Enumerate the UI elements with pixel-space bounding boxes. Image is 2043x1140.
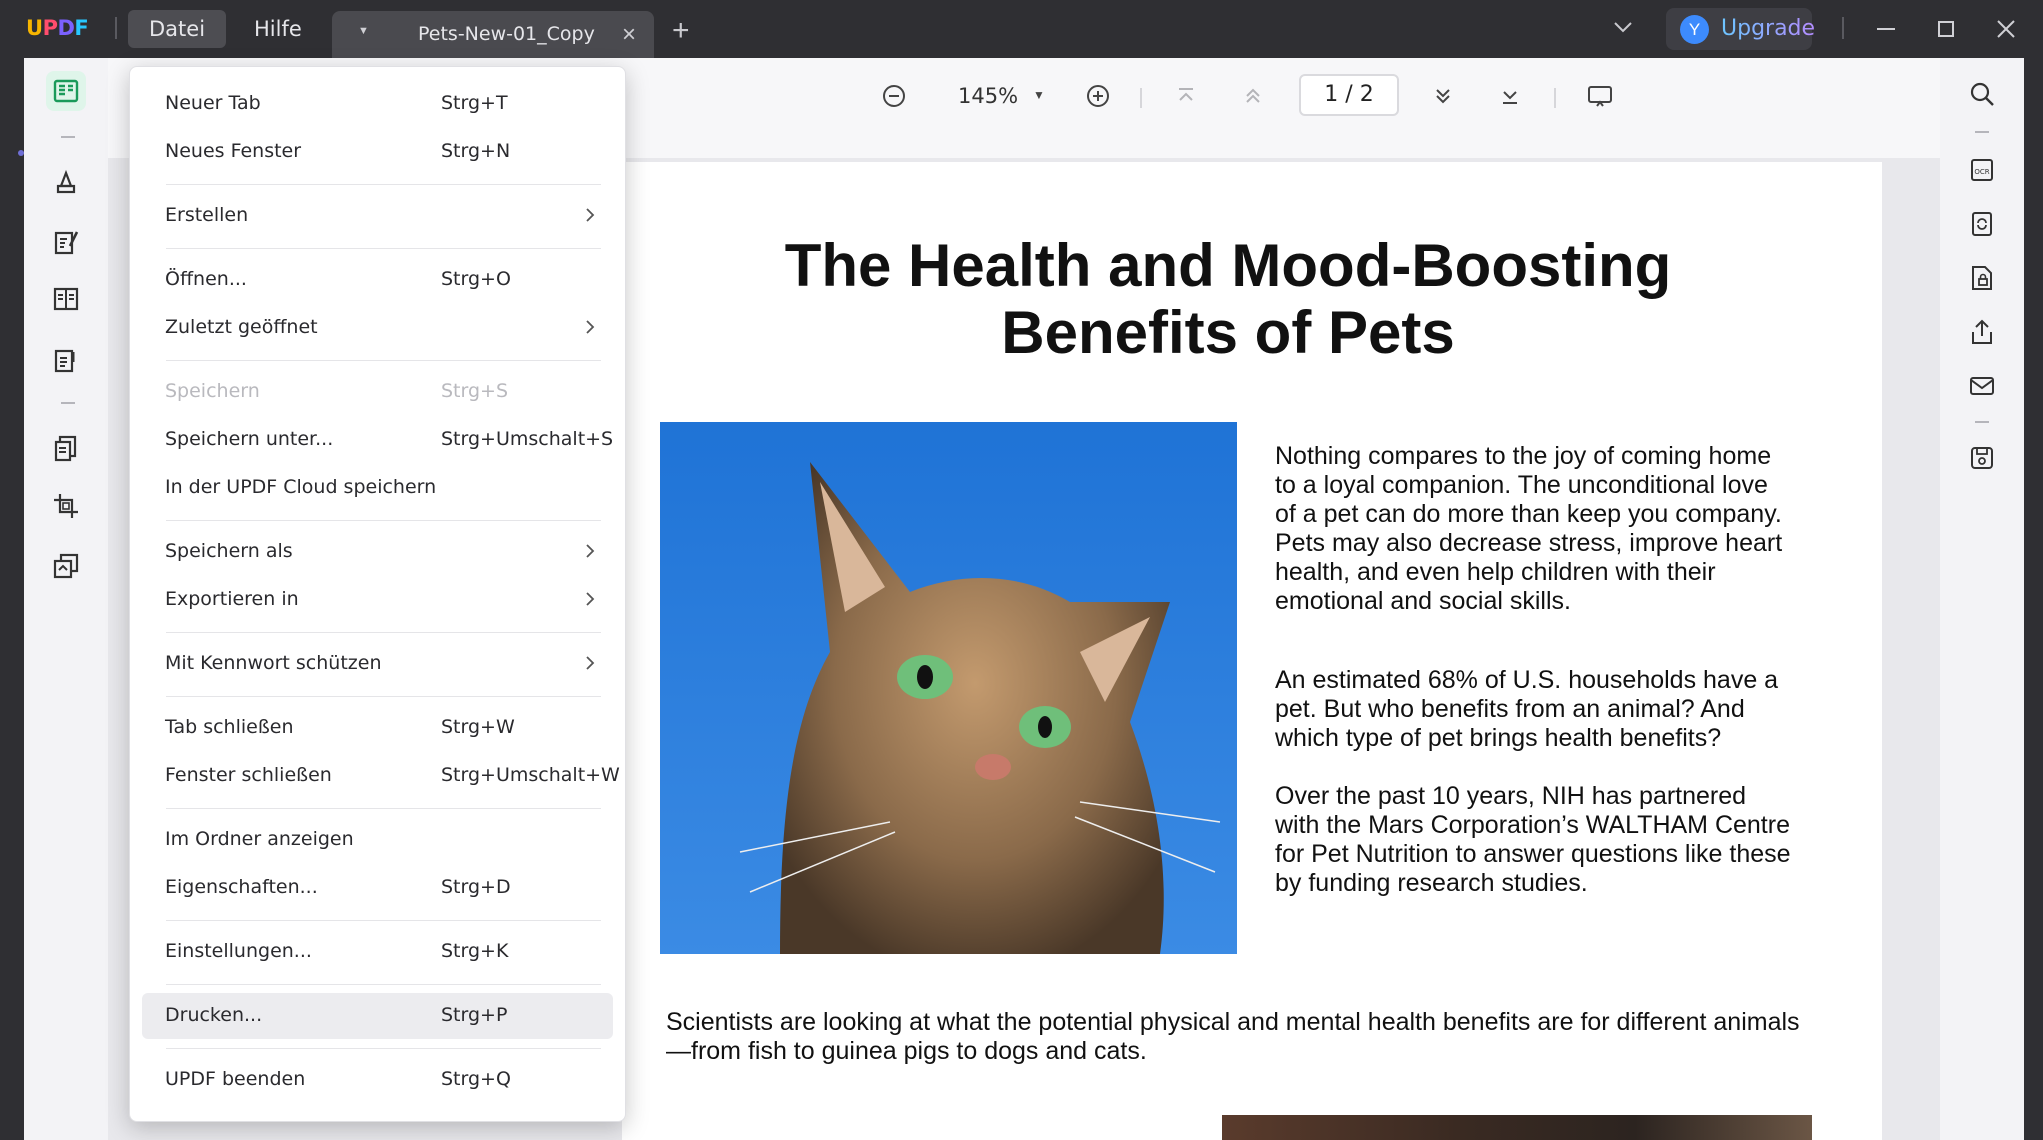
previous-page-icon[interactable] (1241, 84, 1265, 108)
close-window-icon[interactable] (1986, 12, 2026, 46)
menu-item-recent[interactable]: Zuletzt geöffnet (142, 305, 613, 351)
sidebar-separator (61, 136, 75, 138)
menu-item-settings[interactable]: Einstellungen... Strg+K (142, 929, 613, 975)
paragraph-4: Scientists are looking at what the poten… (666, 1008, 1800, 1065)
file-menu: Neuer Tab Strg+T Neues Fenster Strg+N Erst… (129, 66, 626, 1122)
share-icon[interactable] (1962, 312, 2002, 352)
zoom-level[interactable]: 145% (958, 84, 1018, 108)
ocr-icon[interactable]: OCR (1962, 150, 2002, 190)
email-icon[interactable] (1962, 366, 2002, 406)
search-icon[interactable] (1962, 74, 2002, 114)
menu-separator (166, 920, 601, 921)
presentation-icon[interactable] (1586, 82, 1614, 110)
menu-separator (166, 984, 601, 985)
paragraph-1: Nothing compares to the joy of coming ho… (1275, 442, 1783, 615)
menu-item-export[interactable]: Exportieren in (142, 577, 613, 623)
svg-text:OCR: OCR (1974, 168, 1989, 176)
last-page-icon[interactable] (1498, 84, 1522, 108)
menu-separator (166, 360, 601, 361)
close-tab-icon[interactable]: × (622, 21, 636, 49)
menu-item-new-tab[interactable]: Neuer Tab Strg+T (142, 81, 613, 127)
maximize-icon[interactable] (1926, 12, 1966, 46)
toolbar-separator (1554, 88, 1556, 108)
organize-pages-icon[interactable] (46, 428, 86, 468)
form-icon[interactable] (46, 340, 86, 380)
menu-item-print[interactable]: Drucken... Strg+P (142, 993, 613, 1039)
minimize-icon[interactable] (1866, 12, 1906, 46)
menu-item-save-as[interactable]: Speichern unter... Strg+Umschalt+S (142, 417, 613, 463)
cat-photo (660, 422, 1237, 954)
menu-separator (166, 520, 601, 521)
sidebar-separator (1975, 421, 1989, 423)
chevron-right-icon (586, 320, 595, 334)
sidebar-separator (61, 402, 75, 404)
convert-pdf-icon[interactable] (1962, 204, 2002, 244)
menu-separator (166, 184, 601, 185)
avatar: Y (1680, 15, 1709, 44)
document-title: The Health and Mood-Boosting Benefits of… (784, 232, 1672, 366)
save-icon[interactable] (1962, 438, 2002, 478)
menu-item-save-cloud[interactable]: In der UPDF Cloud speichern (142, 465, 613, 511)
chevron-right-icon (586, 656, 595, 670)
paragraph-3: Over the past 10 years, NIH has partnere… (1275, 782, 1791, 897)
zoom-out-icon[interactable] (880, 82, 908, 110)
menu-item-save-as-format[interactable]: Speichern als (142, 529, 613, 575)
document-tab[interactable]: ▼ Pets-New-01_Copy × (332, 11, 654, 58)
upgrade-button[interactable]: Y Upgrade (1666, 8, 1816, 50)
next-page-icon[interactable] (1431, 84, 1455, 108)
menu-item-show-in-folder[interactable]: Im Ordner anzeigen (142, 817, 613, 863)
menu-item-save[interactable]: Speichern Strg+S (142, 369, 613, 415)
menu-separator (166, 632, 601, 633)
comment-highlighter-icon[interactable] (46, 162, 86, 202)
menu-item-create[interactable]: Erstellen (142, 193, 613, 239)
chevron-right-icon (586, 544, 595, 558)
first-page-icon[interactable] (1174, 84, 1198, 108)
second-photo (1222, 1115, 1812, 1140)
sidebar-indicator-dot (18, 150, 24, 156)
zoom-dropdown-icon[interactable]: ▼ (1033, 88, 1045, 102)
upgrade-label: Upgrade (1721, 16, 1816, 41)
chevron-down-icon[interactable] (1612, 16, 1634, 38)
paragraph-2: An estimated 68% of U.S. households have… (1275, 666, 1779, 752)
crop-icon[interactable] (46, 486, 86, 526)
menu-separator (166, 248, 601, 249)
menu-separator (166, 808, 601, 809)
layers-icon[interactable] (46, 546, 86, 586)
menu-item-close-window[interactable]: Fenster schließen Strg+Umschalt+W (142, 753, 620, 799)
page-view-icon[interactable] (46, 279, 86, 319)
tab-dropdown-icon[interactable]: ▼ (358, 25, 369, 37)
new-tab-plus-icon[interactable]: + (672, 14, 690, 48)
menu-hilfe[interactable]: Hilfe (233, 10, 323, 48)
reader-mode-icon[interactable] (46, 71, 86, 111)
edit-pdf-icon[interactable] (46, 222, 86, 262)
chevron-right-icon (586, 592, 595, 606)
menu-separator (166, 1048, 601, 1049)
protect-pdf-icon[interactable] (1962, 258, 2002, 298)
menu-item-close-tab[interactable]: Tab schließen Strg+W (142, 705, 613, 751)
menu-item-properties[interactable]: Eigenschaften... Strg+D (142, 865, 613, 911)
menu-item-new-window[interactable]: Neues Fenster Strg+N (142, 129, 613, 175)
title-bar: UPDF Datei Hilfe ▼ Pets-New-01_Copy × + … (0, 0, 2043, 58)
chevron-right-icon (586, 208, 595, 222)
menu-item-open[interactable]: Öffnen... Strg+O (142, 257, 613, 303)
left-sidebar (18, 58, 108, 1140)
updf-logo: UPDF (26, 16, 89, 40)
page-number-input[interactable]: 1 / 2 (1299, 74, 1399, 116)
sidebar-separator (1975, 131, 1989, 133)
right-sidebar: OCR (1940, 58, 2024, 1140)
tab-title: Pets-New-01_Copy (418, 23, 595, 45)
toolbar-separator (1140, 88, 1142, 108)
title-separator-right (1842, 17, 1844, 39)
menu-datei[interactable]: Datei (128, 10, 227, 48)
menu-item-password-protect[interactable]: Mit Kennwort schützen (142, 641, 613, 687)
menu-separator (166, 696, 601, 697)
title-separator (115, 17, 117, 39)
zoom-in-icon[interactable] (1084, 82, 1112, 110)
window-edge (2024, 58, 2043, 1140)
pdf-page: The Health and Mood-Boosting Benefits of… (622, 162, 1882, 1140)
menu-item-quit[interactable]: UPDF beenden Strg+Q (142, 1057, 613, 1103)
